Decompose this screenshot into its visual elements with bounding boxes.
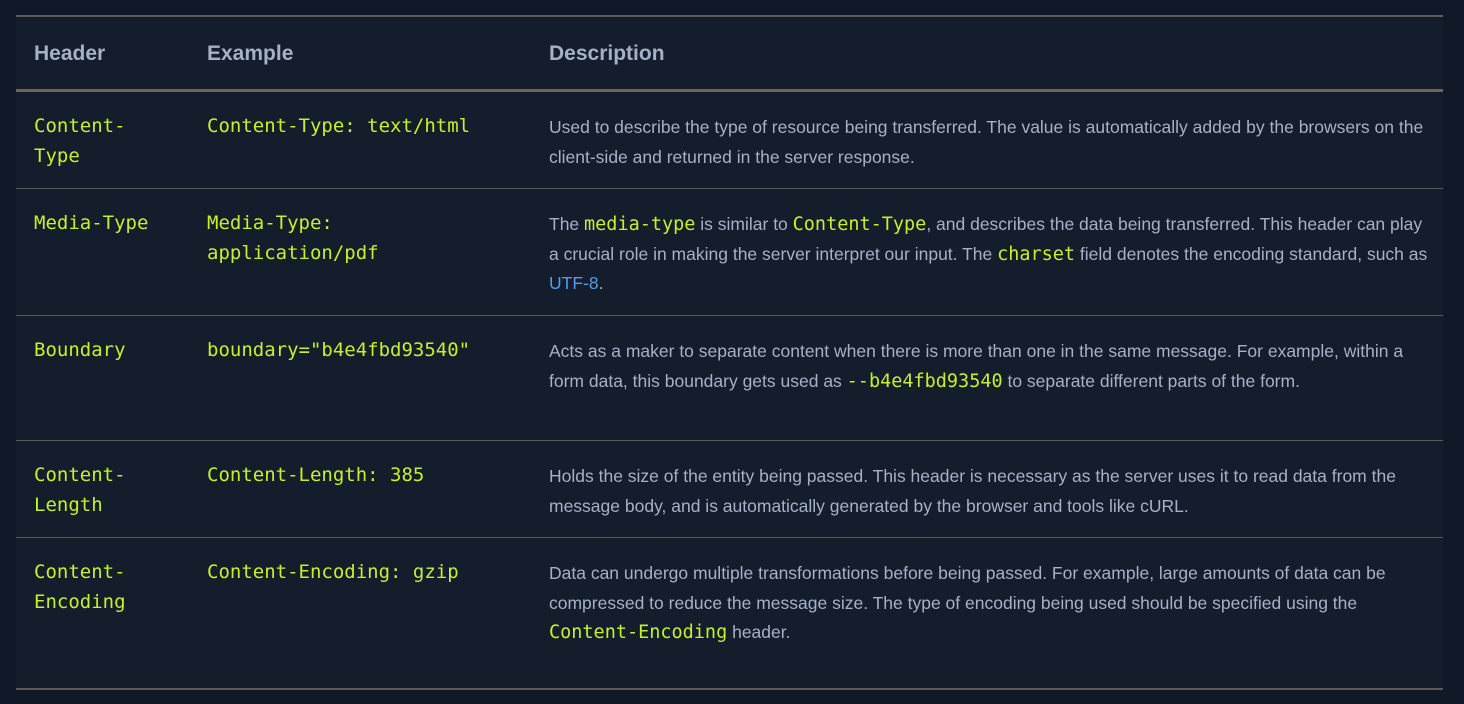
column-header-example: Example [207, 42, 294, 65]
header-name: Content- Type [34, 115, 126, 167]
page: Header Example Description Content- Type… [0, 0, 1464, 704]
header-description: Holds the size of the entity being passe… [549, 466, 1396, 516]
inline-code: charset [997, 243, 1076, 265]
header-example: Content-Type: text/html [207, 115, 471, 137]
header-name: Content- Length [34, 464, 126, 516]
description-text: . [598, 273, 604, 293]
header-name: Boundary [34, 339, 126, 361]
header-description: Acts as a maker to separate content when… [549, 337, 1434, 396]
description-text: to separate different parts of the form. [1002, 370, 1300, 391]
header-example: Media-Type: application/pdf [207, 212, 379, 264]
header-example: boundary="b4e4fbd93540" [207, 339, 471, 361]
inline-code: media-type [584, 214, 696, 235]
header-example: Content-Length: 385 [207, 464, 425, 486]
table-row: Content- Length Content-Length: 385 Hold… [16, 441, 1443, 538]
inline-code: --b4e4fbd93540 [846, 370, 1003, 392]
header-name: Media-Type [34, 212, 149, 234]
column-header-description: Description [549, 42, 665, 65]
table-header-row: Header Example Description [16, 17, 1443, 92]
header-example: Content-Encoding: gzip [207, 561, 459, 583]
header-description: The media-type is similar to Content-Typ… [549, 210, 1434, 299]
header-description: Used to describe the type of resource be… [549, 117, 1424, 167]
description-text: header. [727, 622, 791, 642]
description-text: is similar to [695, 214, 793, 234]
inline-code: Content-Type [792, 214, 927, 235]
column-header-header: Header [34, 42, 106, 65]
header-name: Content- Encoding [34, 561, 126, 613]
table-row: Content- Encoding Content-Encoding: gzip… [16, 538, 1443, 686]
table-row: Media-Type Media-Type: application/pdf T… [16, 189, 1443, 316]
description-text: field denotes the encoding standard, suc… [1075, 243, 1428, 264]
utf8-link[interactable]: UTF-8 [549, 273, 599, 293]
http-headers-table: Header Example Description Content- Type… [16, 15, 1443, 690]
description-text: Data can undergo multiple transformation… [549, 563, 1386, 613]
header-description: Data can undergo multiple transformation… [549, 559, 1434, 648]
table-row: Content- Type Content-Type: text/html Us… [16, 92, 1443, 189]
table-row: Boundary boundary="b4e4fbd93540" Acts as… [16, 316, 1443, 441]
inline-code: Content-Encoding [549, 622, 728, 643]
description-text: The [549, 214, 585, 234]
